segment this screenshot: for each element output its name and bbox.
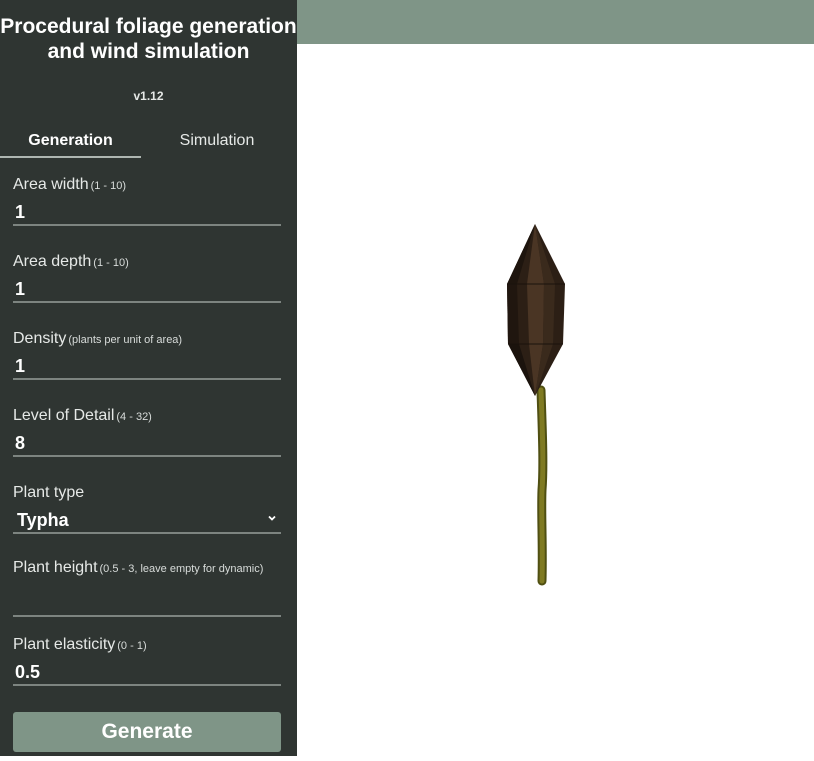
plant-type-selected: Typha (17, 510, 69, 530)
density-label: Density (13, 330, 67, 347)
active-tab-indicator (0, 156, 141, 158)
sidebar: Procedural foliage generation and wind s… (0, 0, 297, 756)
plant-height-input[interactable] (13, 591, 281, 617)
area-depth-label: Area depth (13, 253, 92, 270)
area-width-field: Area width (1 - 10) 1 (13, 176, 281, 226)
lod-hint: (4 - 32) (116, 411, 152, 423)
area-width-input[interactable]: 1 (13, 200, 281, 226)
density-hint: (plants per unit of area) (68, 334, 183, 346)
plant-height-field: Plant height (0.5 - 3, leave empty for dy… (13, 559, 281, 617)
plant-type-label: Plant type (13, 484, 85, 501)
plant-elasticity-input[interactable]: 0.5 (13, 660, 281, 686)
plant-elasticity-field: Plant elasticity (0 - 1) 0.5 (13, 636, 281, 686)
plant-height-hint: (0.5 - 3, leave empty for dynamic) (99, 563, 264, 575)
lod-field: Level of Detail (4 - 32) 8 (13, 407, 281, 457)
top-bar (297, 0, 814, 44)
area-width-hint: (1 - 10) (90, 180, 127, 192)
plant-render (507, 224, 565, 586)
plant-elasticity-hint: (0 - 1) (117, 640, 147, 652)
render-viewport[interactable] (297, 44, 814, 756)
plant-seed-head (507, 224, 565, 396)
app-title: Procedural foliage generation and wind s… (0, 15, 297, 63)
plant-type-field: Plant type Typha (13, 484, 281, 534)
lod-input[interactable]: 8 (13, 431, 281, 457)
density-input[interactable]: 1 (13, 354, 281, 380)
plant-stem (538, 387, 546, 584)
tab-simulation[interactable]: Simulation (148, 132, 286, 158)
area-width-label: Area width (13, 176, 89, 193)
app-version: v1.12 (133, 89, 164, 103)
plant-elasticity-label: Plant elasticity (13, 636, 116, 653)
lod-label: Level of Detail (13, 407, 115, 424)
tab-generation[interactable]: Generation (0, 132, 141, 158)
generate-button[interactable]: Generate (13, 712, 281, 752)
area-depth-hint: (1 - 10) (93, 257, 129, 269)
area-depth-input[interactable]: 1 (13, 277, 281, 303)
plant-height-label: Plant height (13, 559, 98, 576)
area-depth-field: Area depth (1 - 10) 1 (13, 253, 281, 303)
density-field: Density (plants per unit of area) 1 (13, 330, 281, 380)
chevron-down-icon (268, 515, 276, 521)
plant-type-select[interactable]: Typha (13, 508, 281, 534)
